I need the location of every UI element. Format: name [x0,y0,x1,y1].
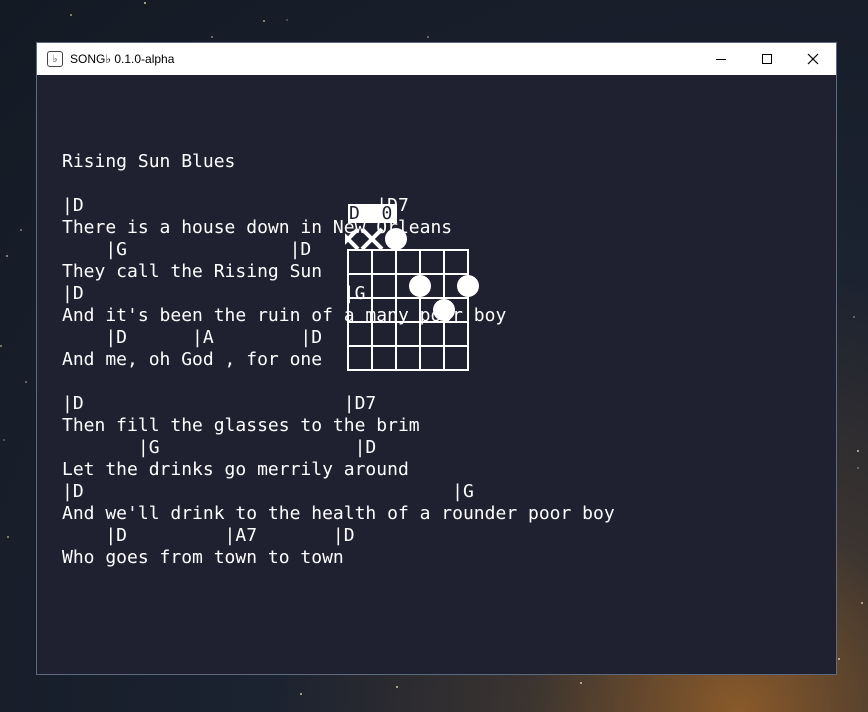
minimize-button[interactable] [698,43,744,75]
chord-line: |D |A |D [62,327,323,348]
chord-line: |D |D7 [62,195,409,216]
window-controls [698,43,836,75]
star [857,467,859,469]
star [263,20,265,22]
finger-dot [457,275,479,297]
star [838,658,840,660]
star [6,255,8,257]
star [580,682,582,684]
star [861,602,863,604]
title-bar[interactable]: ♭ SONG♭ 0.1.0-alpha [37,43,836,75]
chord-line: |D |G [62,283,366,304]
close-button[interactable] [790,43,836,75]
minimize-icon [716,59,726,60]
chord-line: |G |D [62,437,377,458]
maximize-button[interactable] [744,43,790,75]
app-logo-icon: ♭ [47,51,63,67]
star [857,450,859,452]
lyric-line: There is a house down in New Orleans [62,217,453,238]
chord-line: |G |D [62,239,312,260]
star [286,19,288,21]
star [300,693,302,695]
star [7,536,9,538]
window-title: SONG♭ 0.1.0-alpha [70,52,175,66]
lyric-line: Who goes from town to town [62,547,344,568]
star [396,686,398,688]
maximize-icon [762,54,772,64]
finger-dot [433,299,455,321]
star [0,345,2,347]
lyric-line: And we'll drink to the health of a round… [62,503,615,524]
star [853,316,855,318]
lyric-line: And it's been the ruin of a many poor bo… [62,305,507,326]
finger-dot [409,275,431,297]
fretboard [345,227,479,371]
open-string-marker [385,228,407,250]
chord-diagram: D 0 [345,203,481,373]
close-icon [807,53,819,65]
star [25,381,27,383]
star [20,229,22,231]
star [211,36,213,38]
chord-line: |D |D7 [62,393,377,414]
star [144,2,146,4]
star [70,14,72,16]
song-title: Rising Sun Blues [62,151,236,172]
app-window: ♭ SONG♭ 0.1.0-alpha Rising Sun Blues |D |… [36,42,837,675]
song-sheet: Rising Sun Blues |D |D7 There is a house d… [62,151,615,569]
lyric-line: They call the Rising Sun [62,261,323,282]
star [3,439,5,441]
song-view[interactable]: Rising Sun Blues |D |D7 There is a house d… [37,75,836,674]
lyric-line: Let the drinks go merrily around [62,459,409,480]
chord-line: |D |G [62,481,474,502]
lyric-line: And me, oh God , for one [62,349,323,370]
lyric-line: Then fill the glasses to the brim [62,415,420,436]
star [427,36,429,38]
chord-line: |D |A7 |D [62,525,355,546]
